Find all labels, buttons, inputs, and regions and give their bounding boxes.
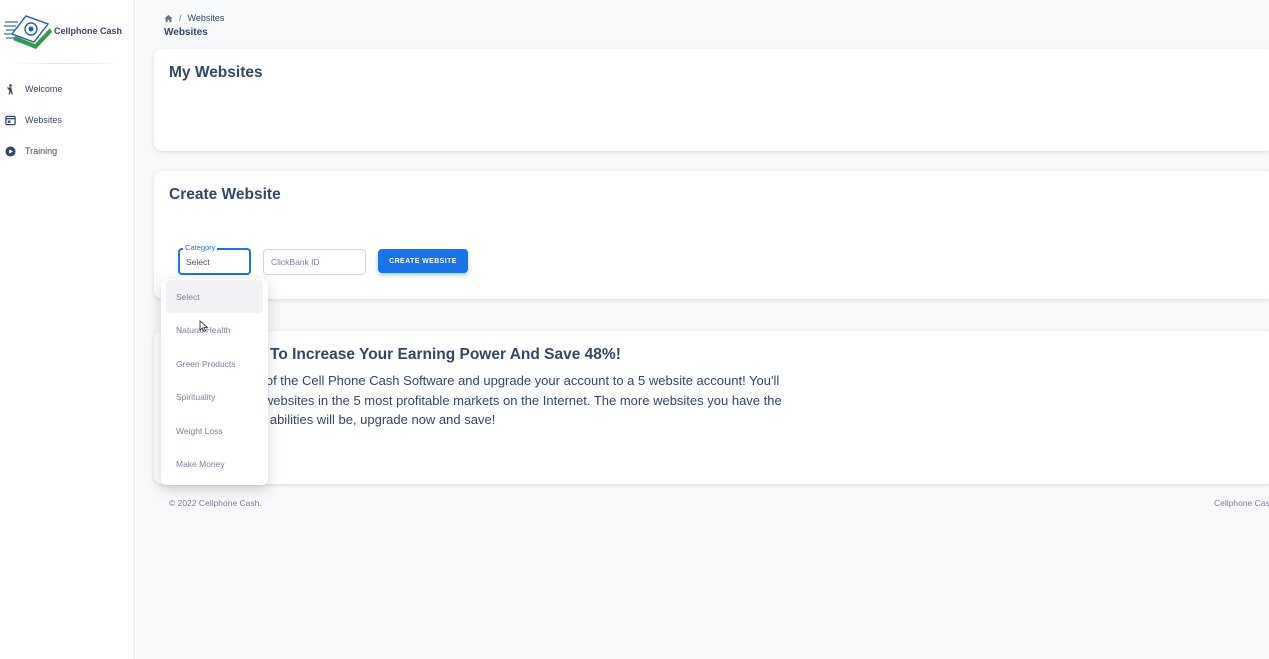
sidebar-item-label: Training <box>25 146 58 156</box>
dropdown-option-weight-loss[interactable]: Weight Loss <box>166 414 263 447</box>
my-websites-card: My Websites <box>154 49 1269 151</box>
category-label: Category <box>183 243 218 252</box>
footer-brand-link[interactable]: Cellphone Cash <box>1214 498 1269 508</box>
footer-copyright: © 2022 Cellphone Cash. <box>169 498 262 508</box>
upgrade-title: To Increase Your Earning Power And Save … <box>270 346 621 364</box>
breadcrumb: / Websites <box>164 13 224 23</box>
sidebar-divider <box>10 63 125 64</box>
web-window-icon <box>4 114 16 126</box>
create-website-button[interactable]: CREATE WEBSITE <box>378 249 468 273</box>
upgrade-card: To Increase Your Earning Power And Save … <box>154 331 1269 484</box>
mouse-cursor-icon <box>199 320 209 332</box>
category-select[interactable]: Select <box>178 248 251 275</box>
person-waving-icon <box>4 83 16 95</box>
sidebar-item-welcome[interactable]: Welcome <box>4 83 62 95</box>
brand[interactable]: Cellphone Cash <box>4 12 122 50</box>
sidebar-item-label: Welcome <box>25 84 63 94</box>
breadcrumb-separator: / <box>179 13 182 23</box>
upgrade-line: e of the Cell Phone Cash Software and up… <box>255 373 780 388</box>
home-icon[interactable] <box>164 14 173 23</box>
category-select-value: Select <box>186 257 210 267</box>
upgrade-line: 5 websites in the 5 most profitable mark… <box>253 392 782 408</box>
upgrade-description: e of the Cell Phone Cash Software and up… <box>253 371 853 430</box>
dropdown-option-green-products[interactable]: Green Products <box>166 347 263 380</box>
dropdown-option-select[interactable]: Select <box>166 280 263 313</box>
breadcrumb-current: Websites <box>187 13 225 23</box>
my-websites-title: My Websites <box>169 64 263 81</box>
brand-name: Cellphone Cash <box>54 26 123 36</box>
create-website-title: Create Website <box>169 186 281 203</box>
dropdown-option-natural-health[interactable]: Natural Health <box>166 314 263 347</box>
clickbank-id-input[interactable] <box>263 249 366 275</box>
upgrade-line: g abilities will be, upgrade now and sav… <box>259 412 496 427</box>
play-circle-icon <box>4 145 16 157</box>
page-title: Websites <box>164 27 208 38</box>
upgrade-title-text: To Increase Your Earning Power And Save … <box>270 346 621 363</box>
sidebar-item-websites[interactable]: Websites <box>4 114 62 126</box>
dropdown-option-spirituality[interactable]: Spirituality <box>166 381 263 414</box>
cellphone-cash-logo-icon <box>4 15 52 49</box>
sidebar-item-training[interactable]: Training <box>4 145 57 157</box>
dropdown-option-make-money[interactable]: Make Money <box>166 448 263 481</box>
sidebar: Cellphone Cash Welcome Websites Training <box>0 0 135 659</box>
create-website-card: Create Website <box>154 171 1269 299</box>
sidebar-item-label: Websites <box>25 115 62 125</box>
category-dropdown-menu: Select Natural Health Green Products Spi… <box>161 279 268 485</box>
